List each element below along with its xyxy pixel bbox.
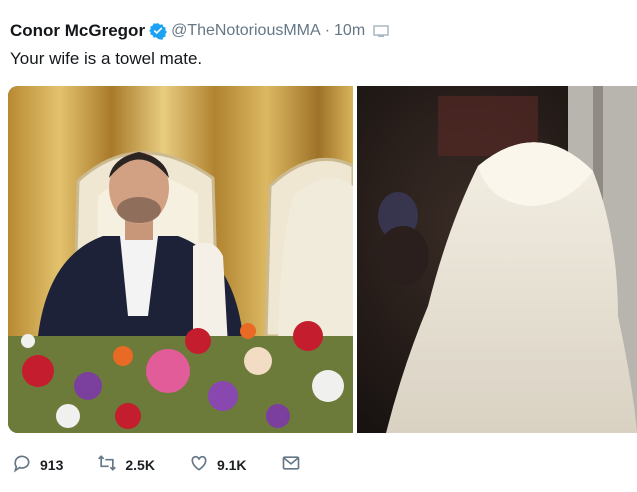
retweet-icon xyxy=(97,453,117,478)
tweet-header: Conor McGregor @TheNotoriousMMA · 10m xyxy=(10,20,389,42)
like-button[interactable]: 9.1K xyxy=(189,453,247,478)
separator-dot: · xyxy=(324,22,331,39)
retweet-count: 2.5K xyxy=(125,457,155,473)
wedding-photo-right xyxy=(357,86,637,433)
device-icon xyxy=(373,24,389,38)
reply-count: 913 xyxy=(40,457,64,473)
verified-badge-icon xyxy=(149,22,167,40)
reply-button[interactable]: 913 xyxy=(12,453,63,478)
direct-message-button[interactable] xyxy=(281,453,301,478)
wedding-photo-left xyxy=(8,86,355,433)
tweet-actions: 913 2.5K 9.1K xyxy=(12,452,335,478)
dm-icon xyxy=(281,453,301,478)
tweet-text: Your wife is a towel mate. xyxy=(10,49,203,68)
retweet-button[interactable]: 2.5K xyxy=(97,453,155,478)
like-icon xyxy=(189,453,209,478)
tweet-media[interactable] xyxy=(8,86,637,433)
tweet-timestamp[interactable]: 10m xyxy=(334,22,365,40)
reply-icon xyxy=(12,453,32,478)
tweet-card: Conor McGregor @TheNotoriousMMA · 10m Yo… xyxy=(0,0,637,492)
author-handle[interactable]: @TheNotoriousMMA xyxy=(171,22,321,40)
like-count: 9.1K xyxy=(216,457,247,473)
author-name[interactable]: Conor McGregor xyxy=(10,21,145,41)
